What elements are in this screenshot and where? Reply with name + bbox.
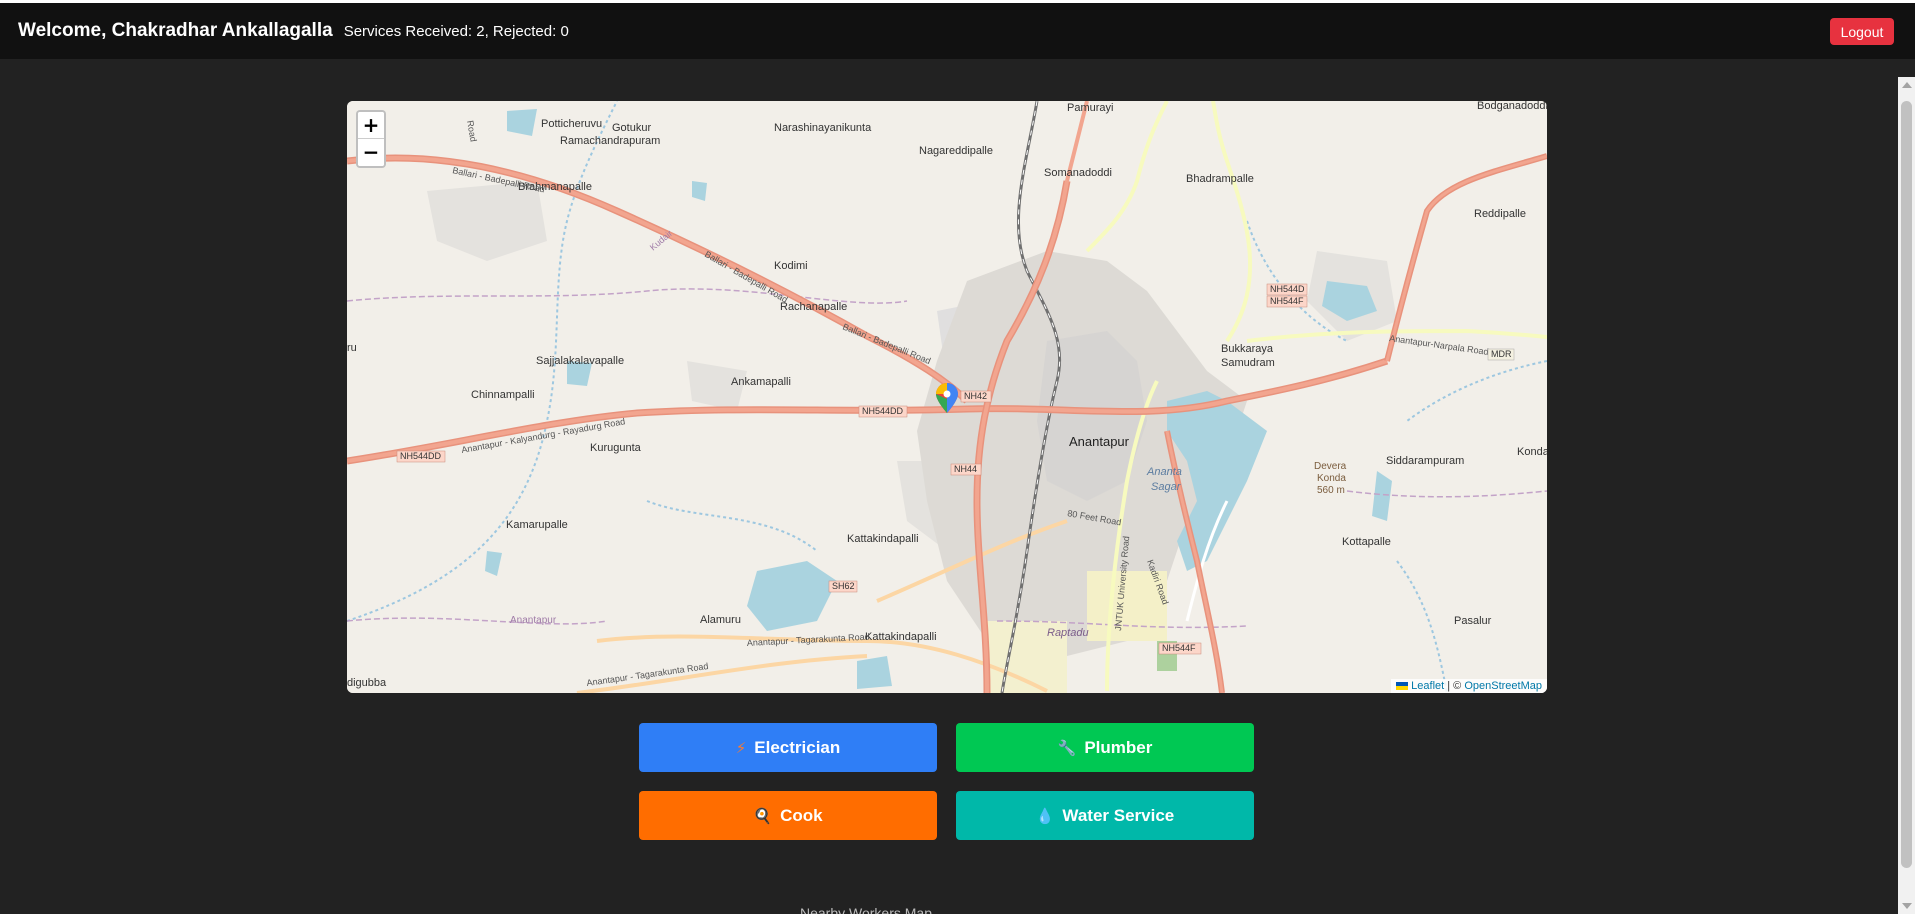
plumber-button[interactable]: 🔧 Plumber (956, 723, 1254, 772)
page-scrollbar[interactable] (1898, 77, 1915, 914)
water-service-button[interactable]: 💧 Water Service (956, 791, 1254, 840)
location-map[interactable]: Pamurayi Bodganadoddi Potticheruvu Gotuk… (347, 101, 1547, 693)
service-label: Plumber (1084, 737, 1153, 757)
lightning-icon: ⚡ (735, 738, 747, 757)
leaflet-link[interactable]: Leaflet (1411, 680, 1444, 692)
cook-button[interactable]: 🍳 Cook (639, 791, 937, 840)
wrench-icon: 🔧 (1057, 738, 1077, 757)
electrician-button[interactable]: ⚡ Electrician (639, 723, 937, 772)
scroll-thumb[interactable] (1901, 101, 1912, 868)
service-label: Water Service (1062, 805, 1175, 825)
logout-button[interactable]: Logout (1830, 18, 1894, 45)
scroll-down-arrow-icon[interactable] (1902, 903, 1912, 909)
zoom-in-button[interactable]: + (358, 112, 384, 139)
service-label: Electrician (754, 737, 841, 757)
service-label: Cook (780, 805, 823, 825)
openstreetmap-link[interactable]: OpenStreetMap (1464, 680, 1542, 692)
map-tiles[interactable] (347, 101, 1547, 693)
water-drop-icon: 💧 (1035, 806, 1055, 825)
zoom-out-button[interactable]: − (358, 139, 384, 166)
top-header: Welcome, Chakradhar Ankallagalla Service… (0, 3, 1915, 59)
frying-pan-icon: 🍳 (753, 806, 773, 825)
map-attribution: Leaflet | © OpenStreetMap (1391, 679, 1547, 693)
ukraine-flag-icon (1396, 682, 1409, 691)
scroll-up-arrow-icon[interactable] (1902, 82, 1912, 88)
welcome-text: Welcome, Chakradhar Ankallagalla (18, 20, 333, 41)
section-heading-cut: Nearby Workers Map... (800, 906, 944, 914)
attribution-separator: | © (1444, 680, 1465, 692)
services-stats: Services Received: 2, Rejected: 0 (343, 22, 569, 40)
zoom-control: + − (356, 110, 386, 168)
